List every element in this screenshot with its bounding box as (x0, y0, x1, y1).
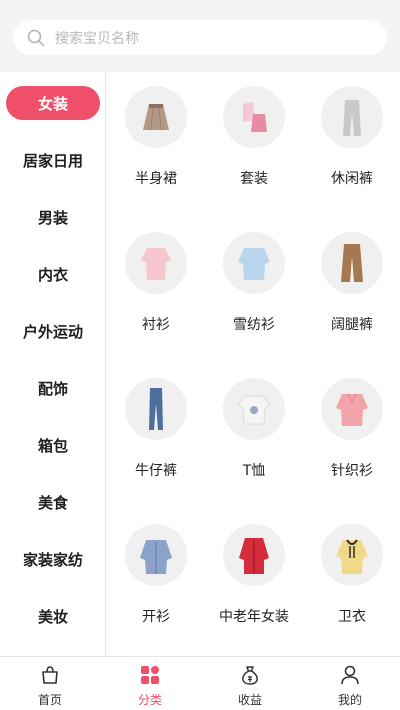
tab-profile[interactable]: 我的 (300, 657, 400, 710)
sidebar-item-home[interactable]: 居家日用 (6, 143, 100, 177)
subcategory-hoodie[interactable]: 卫衣 (303, 510, 400, 630)
sidebar-item-beauty[interactable]: 美妆 (6, 599, 100, 633)
cardigan-icon (125, 524, 187, 586)
shopping-bag-icon (42, 666, 58, 684)
outfit-set-icon (223, 86, 285, 148)
shirt-icon (125, 232, 187, 294)
subcategory-label: 中老年女装 (219, 609, 289, 625)
sidebar-item-underwear[interactable]: 内衣 (6, 257, 100, 291)
subcategory-skirt[interactable]: 半身裙 (107, 72, 205, 192)
subcategory-label: 开衫 (142, 609, 170, 625)
sidebar-item-home-textile[interactable]: 家装家纺 (6, 542, 100, 576)
padded-jacket-icon (223, 524, 285, 586)
sidebar-item-men[interactable]: 男装 (6, 200, 100, 234)
subcategory-padded-jacket[interactable]: 中老年女装 (205, 510, 303, 630)
sidebar-item-bags[interactable]: 箱包 (6, 428, 100, 462)
search-bar[interactable]: 搜索宝贝名称 (13, 20, 387, 55)
subcategory-label: 牛仔裤 (135, 463, 177, 479)
subcategory-outfit-set[interactable]: 套装 (205, 72, 303, 192)
tab-label: 我的 (337, 693, 362, 707)
casual-pants-icon (321, 86, 383, 148)
subcategory-jeans[interactable]: 牛仔裤 (107, 364, 205, 484)
subcategory-cardigan[interactable]: 开衫 (107, 510, 205, 630)
user-icon (341, 665, 359, 685)
search-icon (27, 29, 45, 46)
chiffon-blouse-icon (223, 232, 285, 294)
bottom-tab-bar: 首页 分类 收益 我的 (0, 656, 400, 710)
subcategory-tshirt[interactable]: T恤 (205, 364, 303, 484)
hoodie-icon (321, 524, 383, 586)
subcategory-label: 衬衫 (142, 317, 170, 333)
sidebar-item-outdoor[interactable]: 户外运动 (6, 314, 100, 348)
subcategory-shirt[interactable]: 衬衫 (107, 218, 205, 338)
subcategory-knit-sweater[interactable]: 针织衫 (303, 364, 400, 484)
subcategory-label: 半身裙 (135, 171, 177, 187)
tab-home[interactable]: 首页 (0, 657, 100, 710)
wide-leg-pants-icon (321, 232, 383, 294)
tab-category[interactable]: 分类 (100, 657, 200, 710)
subcategory-label: 套装 (240, 171, 268, 187)
search-input[interactable]: 搜索宝贝名称 (55, 28, 139, 48)
subcategory-chiffon-blouse[interactable]: 雪纺衫 (205, 218, 303, 338)
subcategory-label: 休闲裤 (331, 171, 373, 187)
subcategory-label: 阔腿裤 (331, 317, 373, 333)
top-bar: 搜索宝贝名称 (0, 0, 400, 72)
subcategory-label: T恤 (242, 463, 266, 479)
knit-sweater-icon (321, 378, 383, 440)
tab-label: 收益 (237, 693, 262, 707)
subcategory-label: 雪纺衫 (233, 317, 275, 333)
tab-earnings[interactable]: 收益 (200, 657, 300, 710)
category-sidebar: 女装 居家日用 男装 内衣 户外运动 配饰 箱包 美食 家装家纺 美妆 (0, 72, 106, 656)
subcategory-label: 卫衣 (338, 609, 366, 625)
sidebar-item-women[interactable]: 女装 (6, 86, 100, 120)
tab-label: 分类 (137, 693, 162, 707)
money-bag-icon (242, 666, 258, 685)
skirt-icon (125, 86, 187, 148)
tab-label: 首页 (37, 693, 62, 707)
subcategory-label: 针织衫 (331, 463, 373, 479)
sidebar-item-food[interactable]: 美食 (6, 485, 100, 519)
tshirt-icon (223, 378, 285, 440)
subcategory-grid: 半身裙 套装 休闲裤 衬衫 雪纺衫 阔腿裤 牛仔裤 T恤 针织衫 开衫 中老年女… (107, 72, 400, 656)
subcategory-casual-pants[interactable]: 休闲裤 (303, 72, 400, 192)
sidebar-item-accessories[interactable]: 配饰 (6, 371, 100, 405)
subcategory-wide-leg-pants[interactable]: 阔腿裤 (303, 218, 400, 338)
jeans-icon (125, 378, 187, 440)
category-grid-icon (141, 666, 159, 684)
